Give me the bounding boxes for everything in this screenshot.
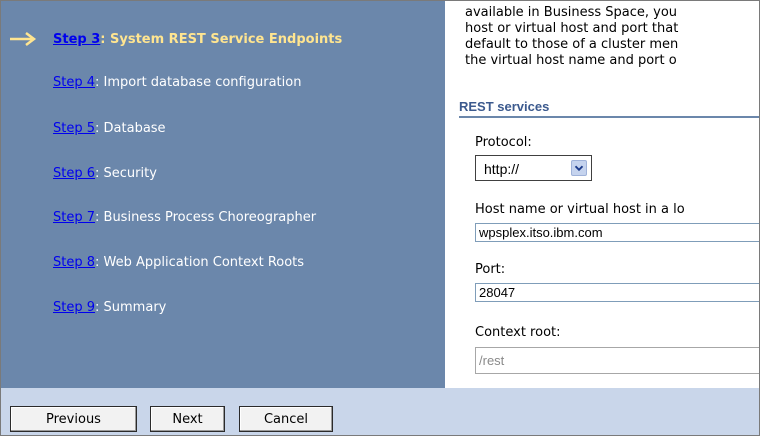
wizard-step-4: Step 4: Import database configuration: [53, 75, 301, 90]
protocol-selected-value: http://: [484, 161, 520, 177]
wizard-footer: Previous Next Cancel: [1, 388, 759, 435]
step-9-label: : Summary: [95, 300, 167, 315]
step-content-panel: available in Business Space, you host or…: [445, 1, 759, 388]
intro-line: host or virtual host and port that: [465, 21, 679, 36]
wizard-window: Step 3: System REST Service Endpoints St…: [0, 0, 760, 436]
step-4-link[interactable]: Step 4: [53, 75, 95, 90]
intro-text: available in Business Space, you host or…: [465, 5, 759, 69]
protocol-select[interactable]: http://: [475, 155, 592, 181]
step-5-label: : Database: [95, 121, 166, 136]
step-3-label: : System REST Service Endpoints: [100, 32, 343, 47]
section-title: REST services: [459, 99, 550, 114]
chevron-down-icon[interactable]: [571, 160, 587, 176]
step-3-link[interactable]: Step 3: [53, 32, 100, 47]
next-button[interactable]: Next: [150, 406, 225, 432]
host-label: Host name or virtual host in a lo: [475, 202, 685, 217]
current-step-arrow-icon: [10, 32, 37, 46]
intro-line: the virtual host name and port o: [465, 53, 677, 68]
intro-line: default to those of a cluster men: [465, 37, 679, 52]
step-6-label: : Security: [95, 166, 157, 181]
wizard-step-7: Step 7: Business Process Choreographer: [53, 210, 316, 225]
port-label: Port:: [475, 262, 506, 277]
port-input[interactable]: [475, 283, 759, 302]
step-5-link[interactable]: Step 5: [53, 121, 95, 136]
intro-line: available in Business Space, you: [465, 5, 678, 20]
step-8-link[interactable]: Step 8: [53, 255, 95, 270]
host-input[interactable]: [475, 223, 759, 242]
step-9-link[interactable]: Step 9: [53, 300, 95, 315]
wizard-step-8: Step 8: Web Application Context Roots: [53, 255, 304, 270]
wizard-step-9: Step 9: Summary: [53, 300, 166, 315]
wizard-step-6: Step 6: Security: [53, 166, 157, 181]
step-6-link[interactable]: Step 6: [53, 166, 95, 181]
step-4-label: : Import database configuration: [95, 75, 302, 90]
context-root-input[interactable]: [475, 347, 759, 374]
step-7-label: : Business Process Choreographer: [95, 210, 317, 225]
cancel-button[interactable]: Cancel: [239, 406, 333, 432]
wizard-steps-sidebar: Step 3: System REST Service Endpoints St…: [1, 1, 445, 388]
previous-button[interactable]: Previous: [10, 406, 137, 432]
protocol-label: Protocol:: [475, 135, 532, 150]
wizard-step-5: Step 5: Database: [53, 121, 166, 136]
wizard-step-3: Step 3: System REST Service Endpoints: [53, 32, 342, 47]
section-divider: [459, 116, 759, 118]
step-8-label: : Web Application Context Roots: [95, 255, 305, 270]
context-root-label: Context root:: [475, 325, 561, 340]
step-7-link[interactable]: Step 7: [53, 210, 95, 225]
